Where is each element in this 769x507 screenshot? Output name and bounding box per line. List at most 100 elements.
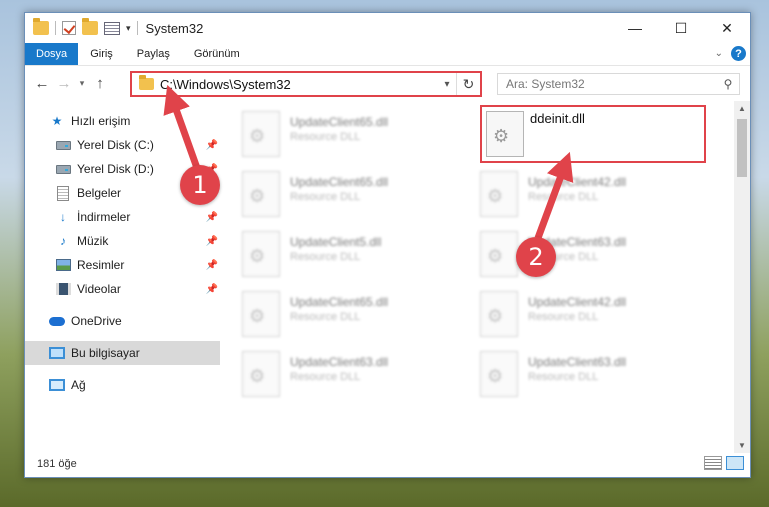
scroll-down-icon[interactable]: ▼	[734, 441, 750, 450]
sidebar-item-this-pc[interactable]: Bu bilgisayar	[25, 341, 220, 365]
details-view-icon[interactable]	[704, 456, 722, 470]
qa-dropdown-icon[interactable]: ▾	[126, 23, 131, 34]
file-type: Resource DLL	[290, 251, 361, 263]
search-input[interactable]: Ara: System32 ⚲	[497, 73, 740, 95]
file-name: UpdateClient5.dll	[290, 235, 382, 249]
navigation-pane: ★ Hızlı erişim Yerel Disk (C:) 📌 Yerel D…	[25, 101, 220, 453]
tab-view[interactable]: Görünüm	[182, 43, 252, 65]
file-item[interactable]: ⚙ UpdateClient42.dll Resource DLL	[478, 169, 698, 225]
recent-locations-icon[interactable]: ▾	[75, 78, 89, 89]
sidebar-item-onedrive[interactable]: OneDrive	[25, 309, 220, 333]
pin-icon[interactable]: 📌	[206, 260, 218, 271]
pin-icon[interactable]: 📌	[206, 284, 218, 295]
file-item[interactable]: ⚙ UpdateClient65.dll Resource DLL	[240, 109, 460, 165]
file-item[interactable]: ⚙ UpdateClient63.dll Resource DLL	[240, 349, 460, 405]
help-icon[interactable]: ?	[731, 46, 746, 61]
main-content: ★ Hızlı erişim Yerel Disk (C:) 📌 Yerel D…	[25, 101, 750, 453]
quick-access-toolbar: ▾	[25, 13, 138, 43]
sidebar-item-videos[interactable]: Videolar 📌	[25, 277, 220, 301]
view-buttons	[704, 456, 744, 470]
file-item[interactable]: ⚙ UpdateClient65.dll Resource DLL	[240, 289, 460, 345]
file-item-ddeinit[interactable]: ⚙ ddeinit.dll	[480, 105, 706, 163]
file-name: UpdateClient42.dll	[528, 295, 627, 309]
customize-icon[interactable]	[104, 21, 120, 35]
ribbon-tabs: Dosya Giriş Paylaş Görünüm ⌄ ?	[25, 43, 750, 65]
divider	[55, 21, 56, 35]
folder-icon	[139, 75, 154, 90]
file-list: ⚙ UpdateClient65.dll Resource DLL ⚙ ddei…	[220, 101, 750, 453]
search-placeholder: Ara: System32	[506, 77, 585, 91]
download-icon: ↓	[60, 210, 66, 224]
sidebar-item-music[interactable]: ♪ Müzik 📌	[25, 229, 220, 253]
up-arrow-icon[interactable]: ↑	[89, 75, 111, 92]
onedrive-icon	[49, 313, 65, 329]
file-item[interactable]: ⚙ UpdateClient65.dll Resource DLL	[240, 169, 460, 225]
videos-icon	[55, 281, 71, 297]
search-icon[interactable]: ⚲	[717, 77, 739, 91]
sidebar-item-network[interactable]: Ağ	[25, 373, 220, 397]
minimize-button[interactable]: —	[612, 13, 658, 43]
divider	[136, 21, 138, 35]
scroll-up-icon[interactable]: ▲	[734, 104, 750, 113]
sidebar-item-quick-access[interactable]: ★ Hızlı erişim	[25, 109, 220, 133]
tab-file[interactable]: Dosya	[25, 43, 79, 65]
address-bar[interactable]: C:\Windows\System32 ▾ ↻	[130, 71, 482, 97]
address-dropdown-icon[interactable]: ▾	[438, 79, 456, 90]
file-name: UpdateClient65.dll	[290, 175, 389, 189]
file-name: ddeinit.dll	[530, 111, 585, 126]
expand-ribbon-icon[interactable]: ⌄	[715, 48, 723, 59]
file-item[interactable]: ⚙ UpdateClient42.dll Resource DLL	[478, 289, 698, 345]
drive-icon	[55, 137, 71, 153]
callout-1-badge: 1	[180, 165, 220, 205]
star-icon: ★	[51, 114, 63, 128]
network-icon	[49, 377, 65, 393]
close-button[interactable]: ✕	[704, 13, 750, 43]
vertical-scrollbar[interactable]: ▲ ▼	[734, 101, 750, 453]
back-arrow-icon[interactable]: ←	[31, 75, 53, 92]
forward-arrow-icon[interactable]: →	[53, 75, 75, 92]
maximize-button[interactable]: ☐	[658, 13, 704, 43]
pictures-icon	[55, 257, 71, 273]
file-type: Resource DLL	[290, 131, 361, 143]
explorer-window: ▾ System32 — ☐ ✕ Dosya Giriş Paylaş Görü…	[24, 12, 751, 478]
file-type: Resource DLL	[290, 371, 361, 383]
file-item[interactable]: ⚙ UpdateClient63.dll Resource DLL	[478, 349, 698, 405]
large-icons-view-icon[interactable]	[726, 456, 744, 470]
file-name: UpdateClient65.dll	[290, 115, 389, 129]
dll-file-icon: ⚙	[480, 291, 518, 337]
sidebar-item-label: Bu bilgisayar	[71, 346, 140, 360]
file-item[interactable]: ⚙ UpdateClient5.dll Resource DLL	[240, 229, 460, 285]
pin-icon[interactable]: 📌	[206, 140, 218, 151]
pin-icon[interactable]: 📌	[206, 212, 218, 223]
sidebar-item-pictures[interactable]: Resimler 📌	[25, 253, 220, 277]
sidebar-item-label: Müzik	[77, 234, 109, 248]
sidebar-item-label: Hızlı erişim	[71, 114, 131, 128]
address-path[interactable]: C:\Windows\System32	[160, 77, 438, 92]
sidebar-item-disk-c[interactable]: Yerel Disk (C:) 📌	[25, 133, 220, 157]
file-type: Resource DLL	[290, 191, 361, 203]
sidebar-item-label: Ağ	[71, 378, 86, 392]
sidebar-item-label: Yerel Disk (C:)	[77, 138, 154, 152]
file-type: Resource DLL	[528, 191, 599, 203]
item-count: 181 öğe	[37, 458, 77, 470]
refresh-icon[interactable]: ↻	[456, 73, 480, 95]
new-folder-icon[interactable]	[82, 18, 98, 35]
sidebar-item-downloads[interactable]: ↓ İndirmeler 📌	[25, 205, 220, 229]
file-name: UpdateClient65.dll	[290, 295, 389, 309]
address-row: ← → ▾ ↑ C:\Windows\System32 ▾ ↻ Ara: Sys…	[25, 65, 750, 101]
tab-share[interactable]: Paylaş	[125, 43, 182, 65]
properties-check-icon[interactable]	[62, 21, 76, 35]
file-item[interactable]: ⚙ UpdateClient63.dll Resource DLL	[478, 229, 698, 285]
ribbon-right: ⌄ ?	[715, 46, 746, 61]
file-name: UpdateClient63.dll	[290, 355, 389, 369]
dll-file-icon: ⚙	[242, 291, 280, 337]
pin-icon[interactable]: 📌	[206, 236, 218, 247]
scroll-thumb[interactable]	[737, 119, 747, 177]
status-bar: 181 öğe	[25, 451, 750, 477]
dll-file-icon: ⚙	[242, 111, 280, 157]
window-controls: — ☐ ✕	[612, 13, 750, 43]
file-type: Resource DLL	[528, 371, 599, 383]
tab-home[interactable]: Giriş	[78, 43, 125, 65]
sidebar-item-label: Videolar	[77, 282, 121, 296]
dll-file-icon: ⚙	[242, 231, 280, 277]
